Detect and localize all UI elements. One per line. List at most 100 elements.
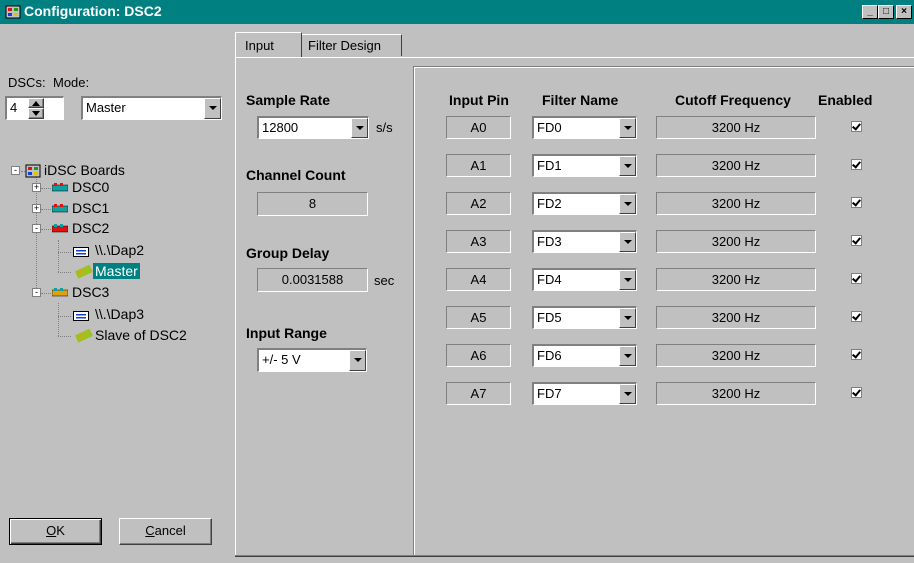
- chevron-down-icon[interactable]: [619, 156, 636, 176]
- chevron-down-icon[interactable]: [619, 194, 636, 214]
- filter-name-value: FD3: [537, 234, 562, 249]
- link-icon: [74, 264, 93, 279]
- dap-icon: [73, 311, 89, 321]
- input-pin-value: A0: [470, 120, 487, 135]
- enabled-checkbox[interactable]: [851, 273, 862, 284]
- mode-label: Mode:: [53, 75, 90, 90]
- enabled-checkbox[interactable]: [851, 121, 862, 132]
- cutoff-frequency-value: 3200 Hz: [711, 348, 761, 363]
- boards-app-icon: [5, 5, 21, 19]
- tree-expander-dsc2[interactable]: -: [32, 224, 41, 233]
- tree-item-master-selected[interactable]: Master: [93, 263, 140, 279]
- tab-filter-design-label: Filter Design: [308, 38, 381, 53]
- filter-name-value: FD2: [537, 196, 562, 211]
- filter-name-select[interactable]: FD1: [532, 154, 637, 177]
- board-icon: [52, 204, 68, 213]
- sample-rate-select[interactable]: 12800: [257, 116, 369, 139]
- tree-expander-dsc3[interactable]: -: [32, 288, 41, 297]
- cutoff-frequency-field: 3200 Hz: [656, 230, 816, 253]
- chevron-down-icon[interactable]: [204, 98, 221, 119]
- tree-expander-dsc1[interactable]: +: [32, 204, 41, 213]
- mode-value: Master: [86, 100, 126, 115]
- cancel-button[interactable]: Cancel: [119, 518, 212, 545]
- input-range-value: +/- 5 V: [262, 352, 301, 367]
- tree-item-dsc0[interactable]: DSC0: [72, 179, 109, 195]
- mode-select[interactable]: Master: [81, 96, 222, 120]
- close-button[interactable]: ×: [896, 5, 912, 19]
- filter-name-select[interactable]: FD2: [532, 192, 637, 215]
- tree-item-dsc3[interactable]: DSC3: [72, 284, 109, 300]
- tree-guide-line: [58, 316, 71, 317]
- enabled-checkbox[interactable]: [851, 159, 862, 170]
- group-delay-field: 0.0031588: [257, 268, 368, 292]
- chevron-down-icon[interactable]: [619, 384, 636, 404]
- cutoff-frequency-value: 3200 Hz: [711, 272, 761, 287]
- channel-count-field: 8: [257, 192, 368, 216]
- tree-item-dap3[interactable]: \\.\Dap3: [95, 306, 144, 322]
- input-pin-value: A4: [470, 272, 487, 287]
- chevron-down-icon[interactable]: [619, 232, 636, 252]
- maximize-button[interactable]: □: [878, 5, 894, 19]
- tab-frame-left: [235, 57, 236, 557]
- filter-name-select[interactable]: FD0: [532, 116, 637, 139]
- minimize-button[interactable]: _: [862, 5, 878, 19]
- tree-item-dsc1[interactable]: DSC1: [72, 200, 109, 216]
- spin-down-button[interactable]: [28, 108, 44, 119]
- input-pin-value: A1: [470, 158, 487, 173]
- close-icon: ×: [901, 6, 907, 17]
- cutoff-frequency-value: 3200 Hz: [711, 196, 761, 211]
- tree-expander-dsc0[interactable]: +: [32, 183, 41, 192]
- tree-expander-root[interactable]: -: [11, 166, 20, 175]
- cutoff-frequency-field: 3200 Hz: [656, 306, 816, 329]
- tab-filter-design[interactable]: Filter Design: [302, 34, 402, 56]
- tree-guide-line: [36, 176, 37, 294]
- chevron-down-icon[interactable]: [619, 118, 636, 138]
- input-pin-field: A3: [446, 230, 511, 253]
- tab-input[interactable]: Input: [235, 32, 302, 58]
- filter-name-select[interactable]: FD4: [532, 268, 637, 291]
- input-pin-field: A1: [446, 154, 511, 177]
- input-pin-field: A5: [446, 306, 511, 329]
- ok-button[interactable]: OK: [9, 518, 102, 545]
- input-range-select[interactable]: +/- 5 V: [257, 348, 367, 372]
- enabled-checkbox[interactable]: [851, 387, 862, 398]
- spin-up-button[interactable]: [28, 98, 44, 108]
- enabled-checkbox[interactable]: [851, 197, 862, 208]
- enabled-checkbox[interactable]: [851, 349, 862, 360]
- filter-name-select[interactable]: FD5: [532, 306, 637, 329]
- filter-name-value: FD6: [537, 348, 562, 363]
- tree-guide-line: [58, 272, 71, 273]
- tree-item-slave[interactable]: Slave of DSC2: [95, 327, 187, 343]
- filter-name-select[interactable]: FD7: [532, 382, 637, 405]
- link-icon: [74, 328, 93, 343]
- chevron-down-icon[interactable]: [619, 270, 636, 290]
- board-icon: [52, 288, 68, 297]
- filter-name-select[interactable]: FD6: [532, 344, 637, 367]
- tree-item-dsc2[interactable]: DSC2: [72, 220, 109, 236]
- tab-frame-top: [235, 57, 914, 58]
- chevron-down-icon[interactable]: [349, 350, 366, 371]
- chevron-down-icon[interactable]: [619, 346, 636, 366]
- chevron-down-icon[interactable]: [351, 118, 368, 138]
- tree-item-dap2[interactable]: \\.\Dap2: [95, 242, 144, 258]
- cutoff-frequency-field: 3200 Hz: [656, 116, 816, 139]
- tree-guide-line: [58, 252, 71, 253]
- input-pin-value: A3: [470, 234, 487, 249]
- filter-name-value: FD0: [537, 120, 562, 135]
- header-cutoff-frequency: Cutoff Frequency: [675, 92, 791, 108]
- tree-guide-line: [41, 293, 51, 294]
- tree-guide-line: [41, 229, 51, 230]
- sample-rate-label: Sample Rate: [246, 92, 331, 108]
- tree-item-root[interactable]: iDSC Boards: [44, 162, 125, 178]
- dscs-spinner[interactable]: 4: [5, 96, 64, 120]
- cutoff-frequency-value: 3200 Hz: [711, 310, 761, 325]
- filter-name-select[interactable]: FD3: [532, 230, 637, 253]
- enabled-checkbox[interactable]: [851, 235, 862, 246]
- cutoff-frequency-field: 3200 Hz: [656, 192, 816, 215]
- enabled-checkbox[interactable]: [851, 311, 862, 322]
- filter-name-value: FD7: [537, 386, 562, 401]
- sample-rate-unit: s/s: [376, 120, 393, 135]
- tree-guide-line: [41, 188, 51, 189]
- chevron-down-icon[interactable]: [619, 308, 636, 328]
- cutoff-frequency-field: 3200 Hz: [656, 154, 816, 177]
